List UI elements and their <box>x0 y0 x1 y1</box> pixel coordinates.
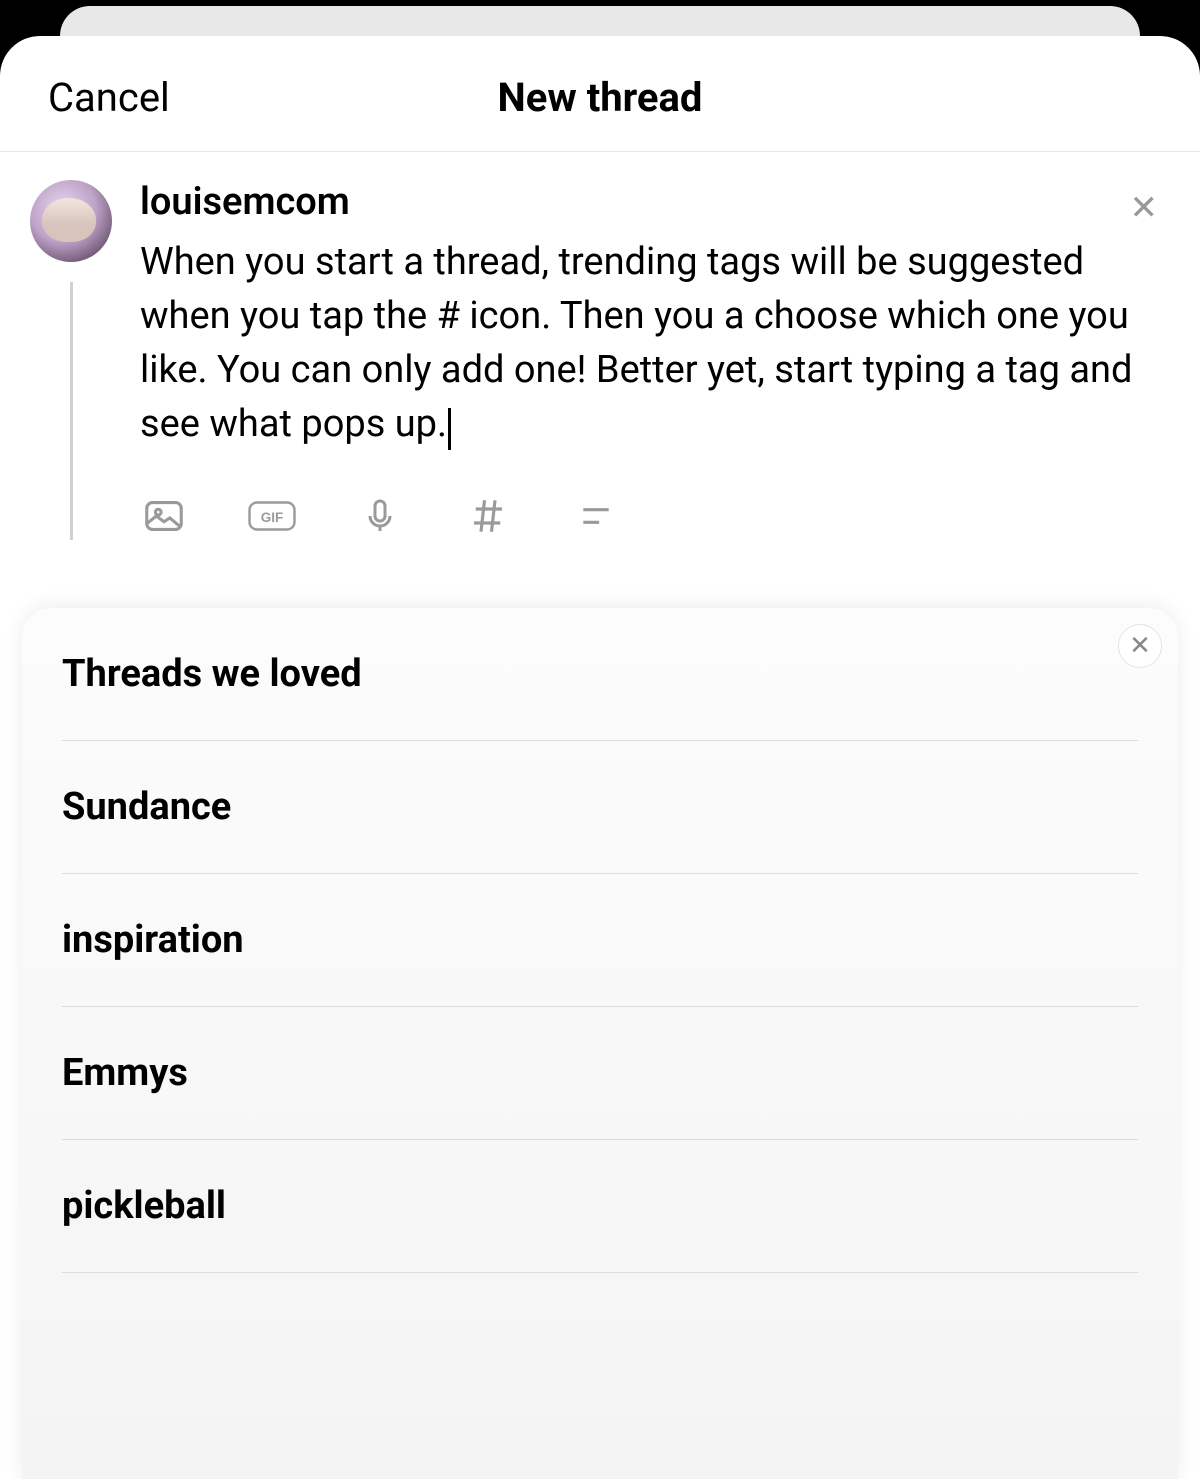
suggestion-item[interactable]: Sundance <box>62 741 1138 874</box>
photo-icon[interactable] <box>140 492 188 540</box>
close-icon[interactable]: ✕ <box>1130 188 1159 228</box>
thread-text-input[interactable]: When you start a thread, trending tags w… <box>140 236 1170 452</box>
compose-toolbar: GIF <box>140 452 1170 540</box>
page-title: New thread <box>498 74 703 121</box>
menu-icon[interactable] <box>572 492 620 540</box>
gif-icon[interactable]: GIF <box>248 492 296 540</box>
hashtag-icon[interactable] <box>464 492 512 540</box>
header: Cancel New thread <box>0 36 1200 152</box>
username-label[interactable]: louisemcom <box>140 180 1170 224</box>
suggestion-item[interactable]: pickleball <box>62 1140 1138 1273</box>
svg-text:GIF: GIF <box>261 510 284 525</box>
compose-area: louisemcom When you start a thread, tren… <box>0 152 1200 540</box>
thread-text-content: When you start a thread, trending tags w… <box>140 240 1132 446</box>
mic-icon[interactable] <box>356 492 404 540</box>
suggestion-item[interactable]: Threads we loved <box>62 608 1138 741</box>
avatar[interactable] <box>30 180 112 262</box>
compose-body: louisemcom When you start a thread, tren… <box>112 180 1170 540</box>
close-suggestions-button[interactable]: ✕ <box>1118 624 1162 668</box>
new-thread-sheet: Cancel New thread louisemcom When you st… <box>0 36 1200 1479</box>
text-cursor <box>448 408 451 450</box>
tag-suggestions-panel: ✕ Threads we loved Sundance inspiration … <box>22 608 1178 1479</box>
suggestion-item[interactable]: Emmys <box>62 1007 1138 1140</box>
thread-line <box>70 282 73 540</box>
close-icon: ✕ <box>1129 631 1151 661</box>
cancel-button[interactable]: Cancel <box>48 74 170 121</box>
suggestion-item[interactable]: inspiration <box>62 874 1138 1007</box>
